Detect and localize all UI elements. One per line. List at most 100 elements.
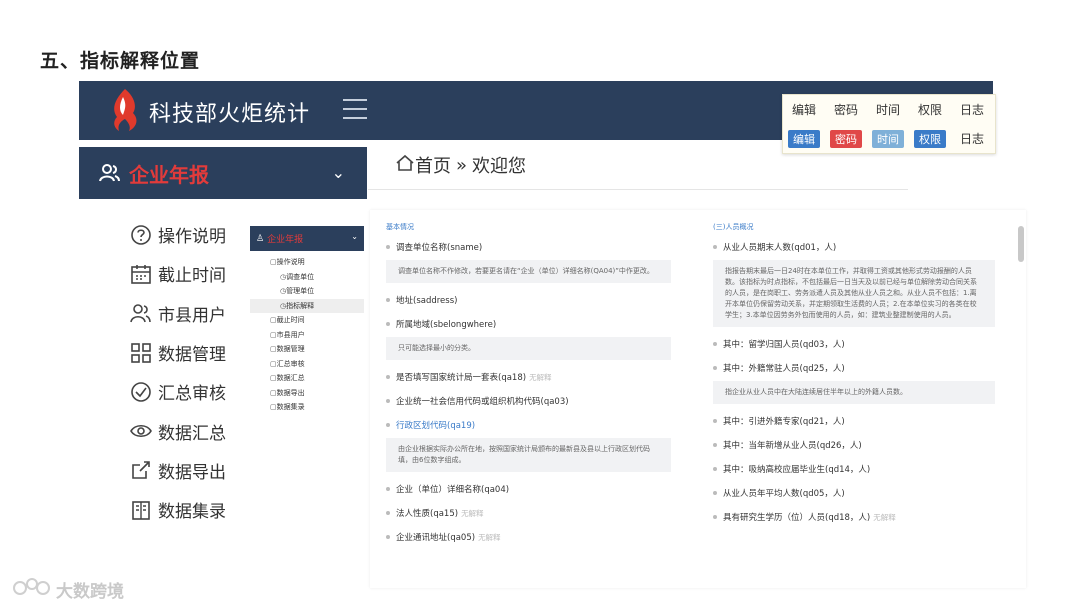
divider — [368, 189, 908, 190]
bullet-icon — [386, 535, 390, 539]
field-label: 从业人员期末人数(qd01，人) — [723, 243, 837, 253]
bullet-icon — [386, 511, 390, 515]
menu-icon: ▢ — [270, 258, 277, 267]
mini-sidebar-item-label: 调查单位 — [286, 272, 315, 281]
mini-sidebar-item[interactable]: ▢ 数据导出 — [250, 386, 364, 401]
sidebar-item-label: 数据管理 — [158, 345, 226, 366]
legend-header: 编辑 — [791, 103, 816, 117]
app-title: 科技部火炬统计 — [149, 102, 311, 127]
menu-icon: ▢ — [270, 374, 277, 383]
bullet-icon — [713, 467, 717, 471]
legend-header: 日志 — [959, 103, 984, 117]
field-item[interactable]: 行政区划代码(qa19) — [386, 418, 671, 432]
field-item[interactable]: 具有研究生学历（位）人员(qd18，人) 无解释 — [713, 510, 995, 524]
slide-title: 五、指标解释位置 — [40, 50, 201, 72]
scrollbar[interactable] — [1018, 226, 1024, 262]
button-legend: 编辑 密码 时间 权限 日志 编辑 密码 时间 权限 日志 — [782, 94, 996, 154]
brand: 科技部火炬统计 — [107, 87, 310, 137]
legend-header: 密码 — [833, 103, 858, 117]
bullet-icon — [386, 298, 390, 302]
mini-sidebar-item[interactable]: ◷ 指标解释 — [250, 298, 364, 313]
sidebar-header-label: 企业年报 — [129, 162, 209, 187]
breadcrumb-home[interactable]: 首页 — [415, 152, 451, 178]
field-label: 企业通讯地址(qa05) — [396, 533, 476, 543]
field-label: 具有研究生学历（位）人员(qd18，人) — [723, 513, 871, 523]
field-item[interactable]: 其中：当年新增从业人员(qd26，人) — [713, 438, 995, 452]
field-item[interactable]: 企业（单位）详细名称(qa04) — [386, 482, 671, 496]
staff-info-column: (三)人员概况 从业人员期末人数(qd01，人) 指报告期末最后一日24时在本单位… — [713, 222, 995, 534]
legend-tag-cell: 密码 — [825, 129, 867, 148]
mini-sidebar-item[interactable]: ▢ 操作说明 — [250, 255, 364, 270]
breadcrumb-current: 欢迎您 — [472, 156, 527, 177]
sidebar-item-label: 截止时间 — [158, 266, 226, 287]
mini-sidebar-item-label: 操作说明 — [276, 258, 305, 267]
mini-sidebar-item-label: 管理单位 — [286, 287, 315, 296]
sidebar-item-label: 数据汇总 — [158, 423, 226, 444]
sidebar-item[interactable]: 截止时间 — [130, 254, 226, 293]
field-item[interactable]: 从业人员年平均人数(qd05，人) — [713, 486, 995, 500]
mini-sidebar-item[interactable]: ◷ 调查单位 — [250, 270, 364, 285]
field-explanation: 调查单位名称不作修改，若要更名请在“企业（单位）详细名称(QA04)”中作更改。 — [386, 260, 671, 283]
eye-icon — [130, 420, 152, 442]
sidebar-item[interactable]: 数据导出 — [130, 451, 226, 490]
field-item[interactable]: 调查单位名称(sname) — [386, 240, 671, 254]
legend-tag[interactable]: 编辑 — [788, 129, 820, 148]
field-item[interactable]: 其中：外籍常驻人员(qd25，人) — [713, 361, 995, 375]
bullet-icon — [713, 419, 717, 423]
field-item[interactable]: 企业通讯地址(qa05) 无解释 — [386, 530, 671, 544]
menu-toggle-icon[interactable] — [343, 99, 367, 119]
field-item[interactable]: 从业人员期末人数(qd01，人) — [713, 240, 995, 254]
mini-sidebar-item-label: 汇总审核 — [276, 359, 305, 368]
sidebar-item[interactable]: 数据汇总 — [130, 411, 226, 450]
mini-sidebar-item[interactable]: ▢ 市县用户 — [250, 328, 364, 343]
field-item[interactable]: 其中：吸纳高校应届毕业生(qd14，人) — [713, 462, 995, 476]
mini-sidebar-item-label: 指标解释 — [286, 301, 315, 310]
bullet-icon — [713, 515, 717, 519]
field-label: 其中：当年新增从业人员(qd26，人) — [723, 441, 862, 451]
field-item[interactable]: 所属地域(sbelongwhere) — [386, 317, 671, 331]
sidebar-item[interactable]: 市县用户 — [130, 294, 226, 333]
mini-sidebar-item[interactable]: ▢ 数据集录 — [250, 400, 364, 415]
bullet-icon — [713, 491, 717, 495]
mini-sidebar-header[interactable]: ♙ 企业年报 ⌄ — [250, 226, 364, 251]
field-item[interactable]: 其中：引进外籍专家(qd21，人) — [713, 414, 995, 428]
legend-tag[interactable]: 时间 — [872, 129, 904, 148]
legend-tag-cell: 权限 — [909, 129, 951, 148]
home-icon[interactable] — [395, 154, 415, 177]
field-item[interactable]: 法人性质(qa15) 无解释 — [386, 506, 671, 520]
field-label: 调查单位名称(sname) — [396, 243, 483, 253]
legend-tag[interactable]: 密码 — [830, 129, 862, 148]
sidebar-item[interactable]: 操作说明 — [130, 215, 226, 254]
mini-sidebar-item-label: 截止时间 — [276, 316, 305, 325]
menu-icon: ▢ — [270, 359, 277, 368]
section-title: (三)人员概况 — [713, 223, 754, 231]
field-item[interactable]: 其中：留学归国人员(qd03，人) — [713, 337, 995, 351]
users-icon — [99, 162, 121, 184]
field-explanation: 指报告期末最后一日24时在本单位工作，并取得工资或其他形式劳动报酬的人员数。该指… — [713, 260, 995, 327]
field-label: 法人性质(qa15) — [396, 509, 459, 519]
legend-tag[interactable]: 日志 — [960, 132, 984, 146]
bullet-icon — [386, 322, 390, 326]
field-item[interactable]: 是否填写国家统计局一套表(qa18) 无解释 — [386, 370, 671, 384]
breadcrumb-separator: » — [456, 154, 468, 176]
mini-sidebar-item[interactable]: ▢ 数据汇总 — [250, 371, 364, 386]
field-item[interactable]: 地址(saddress) — [386, 293, 671, 307]
mini-sidebar-item[interactable]: ▢ 数据管理 — [250, 342, 364, 357]
sidebar-item[interactable]: 汇总审核 — [130, 372, 226, 411]
mini-sidebar-item[interactable]: ▢ 汇总审核 — [250, 357, 364, 372]
sidebar-item[interactable]: 数据集录 — [130, 490, 226, 529]
field-item[interactable]: 企业统一社会信用代码或组织机构代码(qa03) — [386, 394, 671, 408]
menu-icon: ▢ — [270, 345, 277, 354]
legend-tag[interactable]: 权限 — [914, 129, 946, 148]
bullet-icon — [713, 366, 717, 370]
grid-icon — [130, 342, 152, 364]
field-hint: 无解释 — [461, 508, 484, 518]
sidebar-item[interactable]: 数据管理 — [130, 333, 226, 372]
mini-sidebar-item[interactable]: ◷ 管理单位 — [250, 284, 364, 299]
field-label: 其中：引进外籍专家(qd21，人) — [723, 417, 845, 427]
chevron-down-icon: ⌄ — [331, 163, 345, 182]
breadcrumb: 首页 » 欢迎您 — [395, 152, 526, 178]
sidebar-header[interactable]: 企业年报 ⌄ — [79, 147, 367, 199]
mini-sidebar-item-label: 数据汇总 — [276, 374, 305, 383]
mini-sidebar-item[interactable]: ▢ 截止时间 — [250, 313, 364, 328]
